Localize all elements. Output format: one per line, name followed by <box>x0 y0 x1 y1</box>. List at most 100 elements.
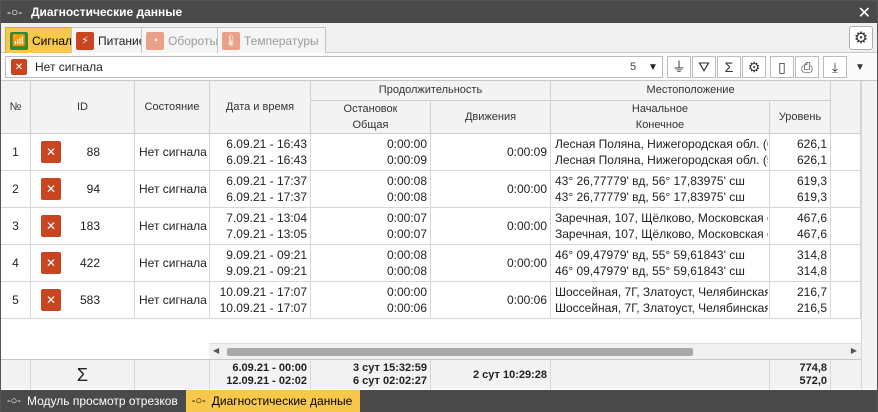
close-icon[interactable]: ✕ <box>858 3 871 23</box>
tab-signal[interactable]: 📶 Сигнал <box>5 27 80 53</box>
row-loc-lines: 46° 09,47979' вд, 55° 59,61843' сш 46° 09… <box>555 247 768 279</box>
totals-empty <box>1 360 31 390</box>
cell-num: 1 <box>1 134 31 170</box>
tab-temperatures[interactable]: 🌡 Температуры <box>217 27 326 53</box>
row-stop-start: 0:00:08 <box>386 174 427 188</box>
no-signal-icon: ✕ <box>41 141 61 163</box>
cell-loc: Шоссейная, 7Г, Златоуст, Челябинская об.… <box>551 282 770 318</box>
row-dt-end: 6.09.21 - 16:43 <box>226 153 307 167</box>
device-button[interactable]: ▯ <box>770 56 794 78</box>
row-moves: 0:00:00 <box>506 182 547 196</box>
cell-stop: 0:00:07 0:00:07 <box>311 208 431 244</box>
table-row[interactable]: 1 ✕ 88 Нет сигнала 6.09.21 - 16:43 6.09.21 - … <box>1 134 861 171</box>
col-header-moves[interactable]: Движения <box>431 101 551 134</box>
row-stop-end: 0:00:08 <box>386 264 427 278</box>
table-row[interactable]: 5 ✕ 583 Нет сигнала 10.09.21 - 17:07 10.09.21… <box>1 282 861 319</box>
row-loc-start: Лесная Поляна, Нижегородская обл. (62 м) <box>555 137 768 151</box>
scroll-left-icon[interactable]: ◀ <box>213 346 219 355</box>
row-number: 3 <box>12 219 19 233</box>
cell-num: 4 <box>1 245 31 281</box>
connector-button[interactable]: ⏚ <box>667 56 691 78</box>
plug-icon: ⏚ <box>672 59 686 75</box>
no-signal-icon: ✕ <box>41 252 61 274</box>
totals-stop1: 3 сут 15:32:59 <box>352 362 427 374</box>
cell-loc: 46° 09,47979' вд, 55° 59,61843' сш 46° 09… <box>551 245 770 281</box>
row-state: Нет сигнала <box>139 145 207 159</box>
cell-extra <box>831 245 861 281</box>
cell-lvl: 314,8 314,8 <box>770 245 831 281</box>
cell-stop: 0:00:08 0:00:08 <box>311 171 431 207</box>
export-button[interactable]: ⤓ <box>823 56 847 78</box>
row-lvl-lines: 314,8 314,8 <box>797 247 827 279</box>
table-row[interactable]: 3 ✕ 183 Нет сигнала 7.09.21 - 13:04 7.09.21 -… <box>1 208 861 245</box>
gear-icon: ⚙ <box>853 30 869 47</box>
columns-settings-button[interactable]: ⚙ <box>742 56 766 78</box>
row-lvl-lines: 467,6 467,6 <box>797 210 827 242</box>
totals-row: Σ 6.09.21 - 00:00 12.09.21 - 02:02 3 сут… <box>1 359 861 390</box>
row-loc-lines: 43° 26,77779' вд, 56° 17,83975' сш 43° 26… <box>555 173 768 205</box>
row-dt-end: 6.09.21 - 17:37 <box>226 190 307 204</box>
sum-button[interactable]: Σ <box>717 56 741 78</box>
cell-move: 0:00:00 <box>431 171 551 207</box>
cell-stop: 0:00:00 0:00:09 <box>311 134 431 170</box>
col-header-num[interactable]: № <box>1 81 31 134</box>
row-lvl-end: 314,8 <box>796 264 827 278</box>
cell-state: Нет сигнала <box>135 208 210 244</box>
row-loc-end: Заречная, 107, Щёлково, Московская обл..… <box>555 227 768 241</box>
horizontal-scrollbar[interactable]: ◀ ▶ <box>209 343 861 359</box>
tab-label: Температуры <box>244 33 319 48</box>
scrollbar-thumb[interactable] <box>227 348 693 356</box>
row-moves: 0:00:09 <box>506 145 547 159</box>
cell-id: ✕ 422 <box>31 245 135 281</box>
tab-rpm[interactable]: ◔ Обороты <box>141 27 226 53</box>
print-button[interactable]: ⎙ <box>795 56 819 78</box>
settings-button[interactable]: ⚙ <box>849 26 873 50</box>
cell-id: ✕ 583 <box>31 282 135 318</box>
chevron-down-icon: ▼ <box>855 61 865 73</box>
cell-loc: Лесная Поляна, Нижегородская обл. (62 м)… <box>551 134 770 170</box>
scroll-right-icon[interactable]: ▶ <box>851 346 857 355</box>
col-header-stops[interactable]: Остановок Общая <box>311 101 431 134</box>
vertical-scrollbar[interactable] <box>861 81 877 389</box>
status-tab-diagnostics[interactable]: -○- Диагностические данные <box>185 390 361 412</box>
totals-level: 774,8 572,0 <box>770 360 831 390</box>
row-lvl-lines: 619,3 619,3 <box>797 173 827 205</box>
totals-dt2: 12.09.21 - 02:02 <box>226 375 307 387</box>
row-number: 5 <box>12 293 19 307</box>
row-id: 94 <box>86 182 100 196</box>
row-lvl-end: 467,6 <box>796 227 827 241</box>
cell-dt: 9.09.21 - 09:21 9.09.21 - 09:21 <box>210 245 311 281</box>
col-header-id[interactable]: ID <box>31 81 135 134</box>
row-stop-end: 0:00:08 <box>386 190 427 204</box>
row-loc-start: Шоссейная, 7Г, Златоуст, Челябинская об.… <box>555 285 768 299</box>
chevron-down-icon[interactable]: ▼ <box>644 62 662 73</box>
table-row[interactable]: 2 ✕ 94 Нет сигнала 6.09.21 - 17:37 6.09.21 - … <box>1 171 861 208</box>
col-header-location[interactable]: Начальное Конечное <box>551 101 770 134</box>
filter-select[interactable]: ✕ Нет сигнала 5 ▼ <box>5 56 663 78</box>
cell-lvl: 216,7 216,5 <box>770 282 831 318</box>
location-header-line2: Конечное <box>635 119 685 131</box>
sigma-icon: Σ <box>724 59 734 75</box>
power-icon: ⚡ <box>76 31 94 50</box>
export-menu-button[interactable]: ▼ <box>848 56 872 78</box>
col-header-datetime[interactable]: Дата и время <box>210 81 311 134</box>
totals-stops-lines: 3 сут 15:32:59 6 сут 02:02:27 <box>353 362 427 388</box>
row-id: 88 <box>86 145 100 159</box>
cell-move: 0:00:00 <box>431 245 551 281</box>
funnel-icon: ⛛ <box>698 58 710 75</box>
status-tab-segments[interactable]: -○- Модуль просмотр отрезков <box>1 390 186 412</box>
row-dt-lines: 10.09.21 - 17:07 10.09.21 - 17:07 <box>220 284 307 316</box>
row-loc-start: Заречная, 107, Щёлково, Московская обл..… <box>555 211 768 225</box>
status-tab-label: Модуль просмотр отрезков <box>26 394 178 408</box>
filter-button[interactable]: ⛛ <box>692 56 716 78</box>
row-loc-lines: Заречная, 107, Щёлково, Московская обл..… <box>555 210 768 242</box>
col-header-level[interactable]: Уровень <box>770 101 831 134</box>
table-row[interactable]: 4 ✕ 422 Нет сигнала 9.09.21 - 09:21 9.09.21 -… <box>1 245 861 282</box>
row-stop-start: 0:00:00 <box>386 285 427 299</box>
stops-header-lines: Остановок Общая <box>344 101 398 133</box>
col-header-state[interactable]: Состояние <box>135 81 210 134</box>
row-dt-lines: 6.09.21 - 16:43 6.09.21 - 16:43 <box>226 136 307 168</box>
row-dt-start: 6.09.21 - 16:43 <box>226 137 307 151</box>
data-grid: № ID Состояние Дата и время Продолжитель… <box>1 81 877 390</box>
row-lvl-end: 216,5 <box>796 301 827 315</box>
